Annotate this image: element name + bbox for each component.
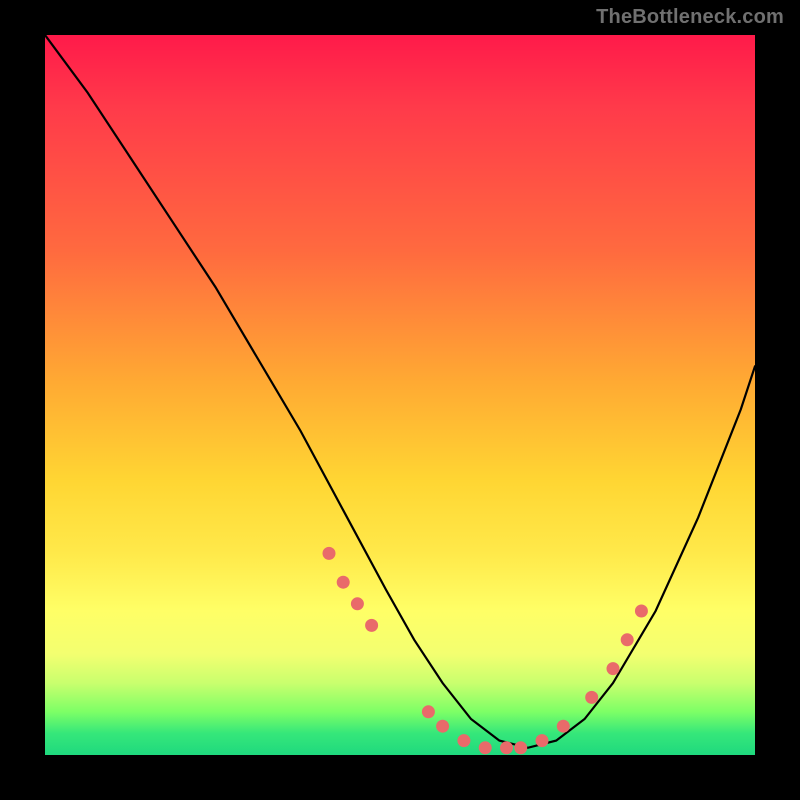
highlight-dot [422,705,435,718]
bottleneck-curve-svg [45,35,755,755]
highlight-dot [585,691,598,704]
highlight-dot [536,734,549,747]
highlight-dot [557,720,570,733]
plot-area [45,35,755,755]
chart-frame: TheBottleneck.com [0,0,800,800]
highlight-dot [607,662,620,675]
highlight-dot [323,547,336,560]
highlight-dot [337,576,350,589]
bottleneck-curve [45,35,755,748]
highlight-dot [457,734,470,747]
watermark-text: TheBottleneck.com [596,6,784,29]
highlight-dot [436,720,449,733]
highlight-dot [514,741,527,754]
highlight-dot [621,633,634,646]
highlight-dot [635,605,648,618]
highlight-dot [479,741,492,754]
highlight-dots-group [323,547,648,754]
highlight-dot [365,619,378,632]
highlight-dot [351,597,364,610]
highlight-dot [500,741,513,754]
